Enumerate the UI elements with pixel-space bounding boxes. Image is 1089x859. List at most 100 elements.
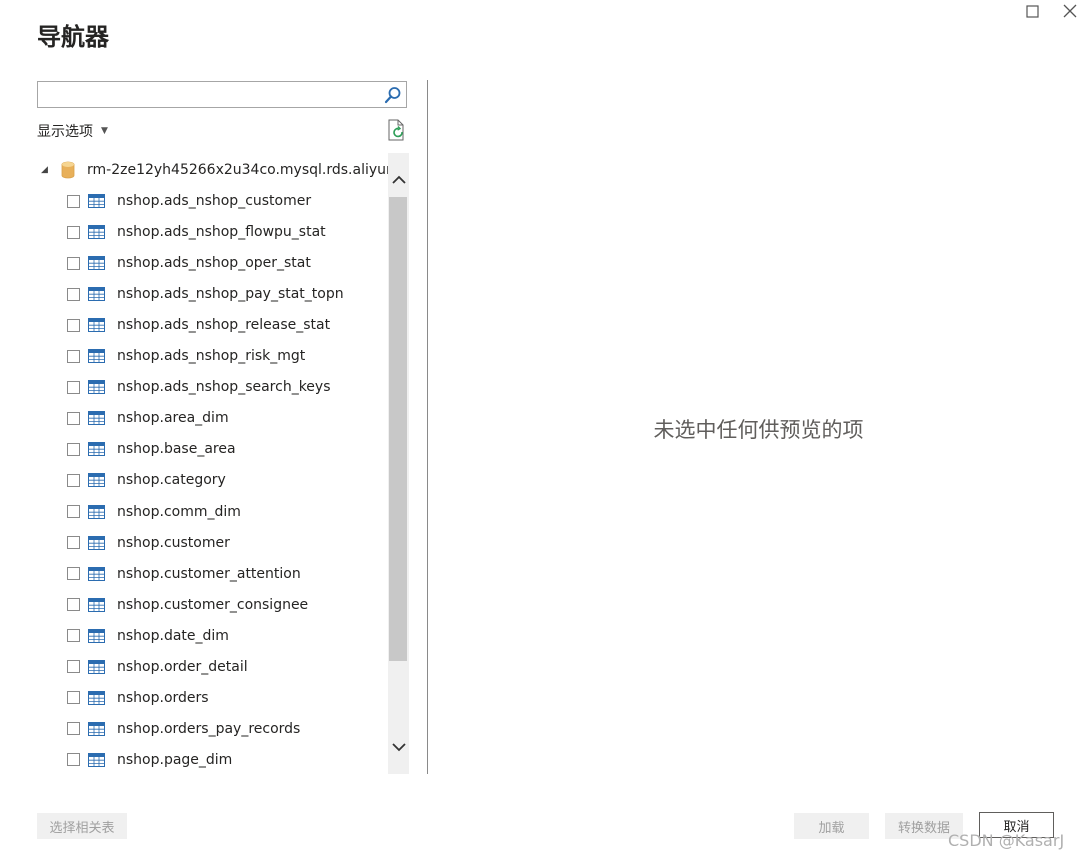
table-checkbox[interactable] (67, 505, 80, 518)
table-name: nshop.area_dim (117, 410, 229, 427)
table-name: nshop.orders_pay_records (117, 720, 301, 737)
database-icon (61, 161, 75, 179)
table-checkbox[interactable] (67, 598, 80, 612)
dialog-title: 导航器 (37, 23, 109, 51)
table-name: nshop.customer (117, 534, 230, 551)
table-icon (88, 504, 105, 519)
table-checkbox[interactable] (67, 753, 80, 767)
table-icon (88, 628, 105, 643)
table-checkbox[interactable] (67, 225, 80, 239)
table-checkbox[interactable] (67, 442, 80, 456)
table-name: nshop.order_detail (117, 658, 248, 675)
table-icon (88, 256, 105, 271)
table-row[interactable]: nshop.category (67, 468, 226, 492)
tree-root-server[interactable]: ◢ rm-2ze12yh45266x2u34co.mysql.rds.aliyu… (41, 160, 408, 180)
table-checkbox[interactable] (67, 194, 80, 208)
table-name: nshop.base_area (117, 441, 236, 458)
maximize-button[interactable] (1019, 0, 1045, 22)
table-checkbox[interactable] (67, 349, 80, 363)
load-button[interactable]: 加载 (794, 813, 869, 839)
search-input[interactable] (42, 83, 376, 108)
table-name: nshop.orders (117, 689, 209, 706)
table-row[interactable]: nshop.page_dim (67, 748, 232, 772)
table-icon (88, 287, 105, 302)
table-icon (88, 473, 105, 488)
table-row[interactable]: nshop.customer (67, 531, 230, 555)
refresh-icon[interactable] (387, 119, 407, 141)
chevron-down-icon: ▼ (101, 126, 108, 136)
table-icon (88, 225, 105, 240)
maximize-icon (1025, 4, 1039, 18)
select-related-tables-button[interactable]: 选择相关表 (37, 813, 127, 839)
scrollbar-thumb[interactable] (389, 197, 407, 661)
expand-triangle-icon[interactable]: ◢ (41, 165, 55, 175)
table-icon (88, 690, 105, 705)
table-name: nshop.ads_nshop_oper_stat (117, 255, 311, 272)
table-icon (88, 318, 105, 333)
scroll-up-button[interactable] (388, 171, 409, 189)
table-row[interactable]: nshop.ads_nshop_release_stat (67, 313, 330, 337)
table-checkbox[interactable] (67, 256, 80, 270)
table-icon (88, 721, 105, 736)
table-checkbox[interactable] (67, 536, 80, 550)
close-icon (1063, 4, 1077, 18)
display-options-dropdown[interactable]: 显示选项 ▼ (37, 121, 108, 141)
table-checkbox[interactable] (67, 318, 80, 332)
table-checkbox[interactable] (67, 722, 80, 736)
table-icon (88, 442, 105, 457)
table-row[interactable]: nshop.ads_nshop_customer (67, 189, 311, 213)
table-checkbox[interactable] (67, 380, 80, 394)
close-button[interactable] (1057, 0, 1083, 22)
table-checkbox[interactable] (67, 629, 80, 643)
table-row[interactable]: nshop.ads_nshop_flowpu_stat (67, 220, 326, 244)
table-row[interactable]: nshop.order_detail (67, 655, 248, 679)
table-icon (88, 535, 105, 550)
table-icon (88, 194, 105, 208)
table-name: nshop.customer_consignee (117, 596, 309, 613)
chevron-down-icon (391, 743, 406, 752)
table-row[interactable]: nshop.ads_nshop_oper_stat (67, 251, 311, 275)
table-icon (88, 597, 105, 612)
table-row[interactable]: nshop.orders (67, 686, 209, 710)
table-row[interactable]: nshop.customer_consignee (67, 593, 308, 617)
table-icon (88, 411, 105, 426)
table-checkbox[interactable] (67, 691, 80, 705)
table-checkbox[interactable] (67, 287, 80, 301)
search-icon[interactable] (384, 86, 402, 104)
table-row[interactable]: nshop.orders_pay_records (67, 717, 300, 741)
table-name: nshop.ads_nshop_risk_mgt (117, 348, 306, 365)
navigator-tree: ◢ rm-2ze12yh45266x2u34co.mysql.rds.aliyu… (37, 153, 409, 774)
watermark: CSDN @KasarJ (948, 831, 1065, 850)
table-name: nshop.category (117, 472, 226, 489)
table-name: nshop.date_dim (117, 627, 229, 644)
table-row[interactable]: nshop.base_area (67, 437, 236, 461)
table-icon (88, 752, 105, 767)
table-icon (88, 566, 105, 581)
table-checkbox[interactable] (67, 567, 80, 581)
table-row[interactable]: nshop.ads_nshop_risk_mgt (67, 344, 305, 368)
table-name: nshop.customer_attention (117, 565, 301, 582)
table-name: nshop.ads_nshop_customer (117, 193, 312, 209)
table-icon (88, 659, 105, 674)
table-name: nshop.ads_nshop_flowpu_stat (117, 224, 326, 241)
table-icon (88, 380, 105, 395)
scroll-down-button[interactable] (388, 738, 409, 756)
table-name: nshop.ads_nshop_search_keys (117, 379, 331, 396)
table-name: nshop.ads_nshop_pay_stat_topn (117, 286, 344, 303)
table-row[interactable]: nshop.date_dim (67, 624, 229, 648)
table-name: nshop.comm_dim (117, 503, 241, 520)
table-checkbox[interactable] (67, 473, 80, 487)
table-name: nshop.page_dim (117, 751, 233, 768)
preview-empty-message: 未选中任何供预览的项 (653, 418, 864, 442)
tree-root-label: rm-2ze12yh45266x2u34co.mysql.rds.aliyun.… (87, 162, 409, 178)
display-options-label: 显示选项 (37, 124, 93, 140)
search-box (37, 81, 407, 108)
table-row[interactable]: nshop.ads_nshop_pay_stat_topn (67, 282, 344, 306)
table-checkbox[interactable] (67, 411, 80, 425)
table-row[interactable]: nshop.area_dim (67, 406, 229, 430)
table-row[interactable]: nshop.customer_attention (67, 562, 301, 586)
table-row[interactable]: nshop.comm_dim (67, 500, 241, 524)
table-checkbox[interactable] (67, 660, 80, 674)
table-row[interactable]: nshop.ads_nshop_search_keys (67, 375, 331, 399)
table-icon (88, 349, 105, 364)
